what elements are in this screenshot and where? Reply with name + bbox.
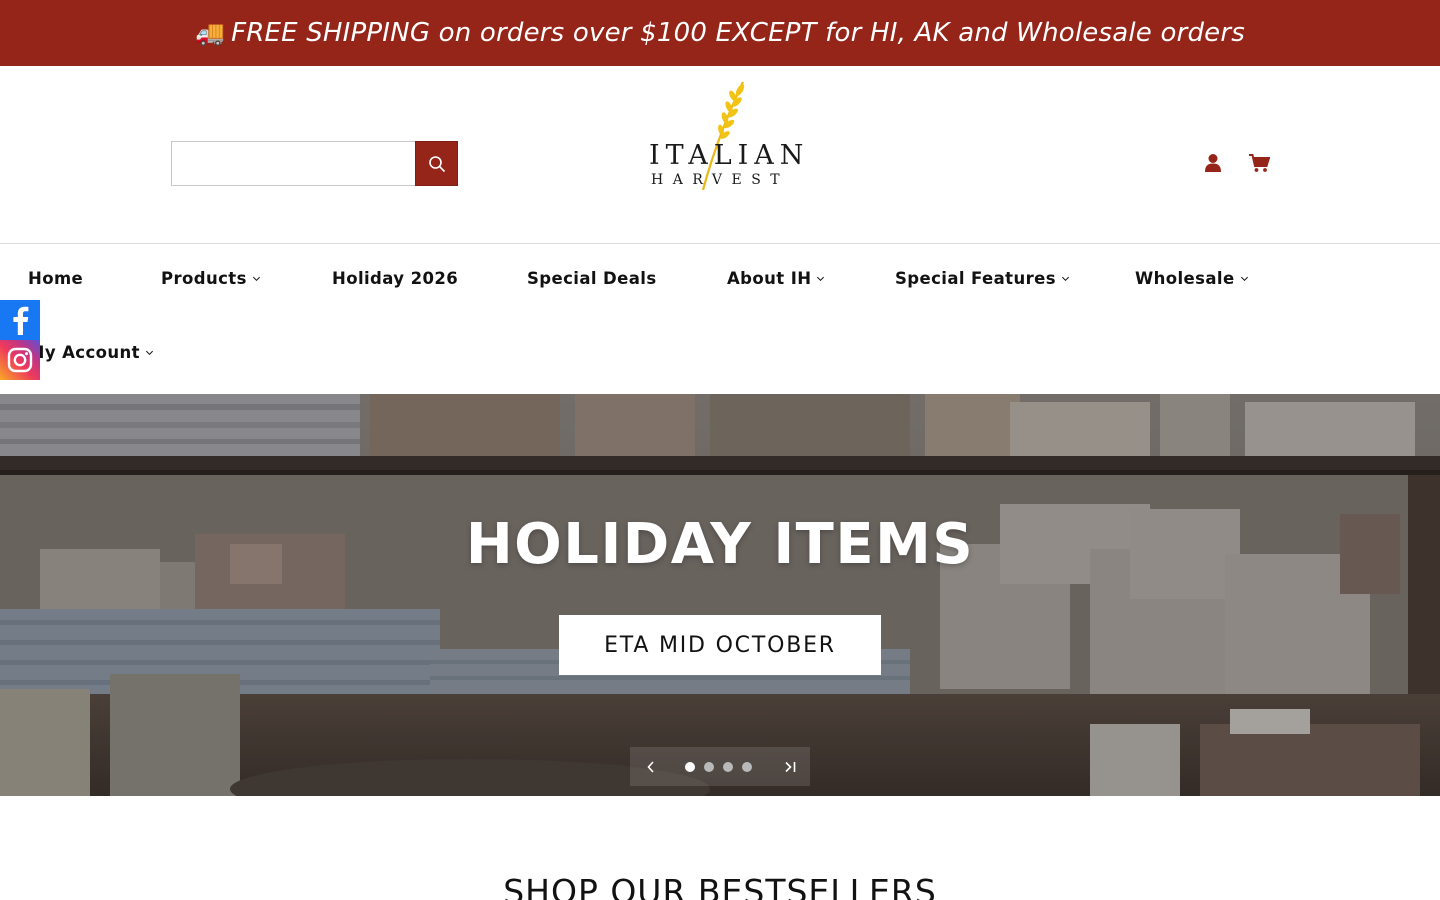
search-input[interactable] [171,141,415,186]
cart-icon [1248,153,1270,173]
logo-text-harvest: HARVEST [651,172,790,188]
facebook-icon [9,305,31,335]
announcement-bar: 🚚 FREE SHIPPING on orders over $100 EXCE… [0,0,1440,66]
cart-button[interactable] [1248,152,1270,174]
nav-item-wholesale[interactable]: Wholesale [1135,269,1249,288]
search-form [171,141,458,186]
site-logo[interactable]: ITALIAN HARVEST [645,80,803,190]
hero-background-image [0,394,1440,796]
slideshow-controls [630,747,810,786]
announcement-text: FREE SHIPPING on orders over $100 EXCEPT… [231,18,1245,48]
bestsellers-heading: SHOP OUR BESTSELLERS [503,872,937,900]
nav-item-label: Special Deals [527,269,657,288]
nav-item-label: Wholesale [1135,269,1235,288]
skip-next-icon [785,761,796,772]
instagram-link[interactable] [0,340,40,380]
slide-dot[interactable] [704,761,715,772]
nav-item-special-deals[interactable]: Special Deals [527,269,657,288]
chevron-down-icon [145,350,153,356]
user-icon [1204,153,1222,173]
slide-dots [685,761,753,772]
header-actions [1202,152,1270,174]
site-header: ITALIAN HARVEST [0,66,1440,244]
slide-next-button[interactable] [771,747,810,786]
nav-item-holiday-2026[interactable]: Holiday 2026 [332,269,458,288]
instagram-icon [6,346,34,374]
nav-item-products[interactable]: Products [161,269,261,288]
logo-text-italian: ITALIAN [649,140,810,171]
truck-icon: 🚚 [194,19,226,47]
hero-slideshow: HOLIDAY ITEMS ETA MID OCTOBER [0,394,1440,796]
nav-item-label: Holiday 2026 [332,269,459,288]
slide-dot[interactable] [742,761,753,772]
main-navigation: Home Products Holiday 2026 Special Deals… [0,244,1440,394]
nav-item-label: My Account [28,343,140,362]
nav-item-label: Special Features [895,269,1056,288]
facebook-link[interactable] [0,300,40,340]
nav-item-about-ih[interactable]: About IH [727,269,825,288]
slide-dot[interactable] [723,761,734,772]
account-button[interactable] [1202,152,1224,174]
search-button[interactable] [415,141,458,186]
social-sidebar [0,300,40,380]
chevron-left-icon [647,760,654,773]
nav-item-home[interactable]: Home [28,269,83,288]
nav-item-label: About IH [727,269,812,288]
slide-dot[interactable] [685,761,696,772]
nav-item-label: Home [28,269,84,288]
slide-previous-button[interactable] [630,747,672,786]
hero-cta-button[interactable]: ETA MID OCTOBER [559,615,881,675]
hero-title: HOLIDAY ITEMS [465,512,975,577]
chevron-down-icon [252,276,260,282]
nav-item-special-features[interactable]: Special Features [895,269,1070,288]
chevron-down-icon [1061,276,1069,282]
chevron-down-icon [1240,276,1248,282]
nav-item-my-account[interactable]: My Account [28,343,154,362]
nav-item-label: Products [161,269,247,288]
search-icon [428,155,446,173]
chevron-down-icon [817,276,825,282]
